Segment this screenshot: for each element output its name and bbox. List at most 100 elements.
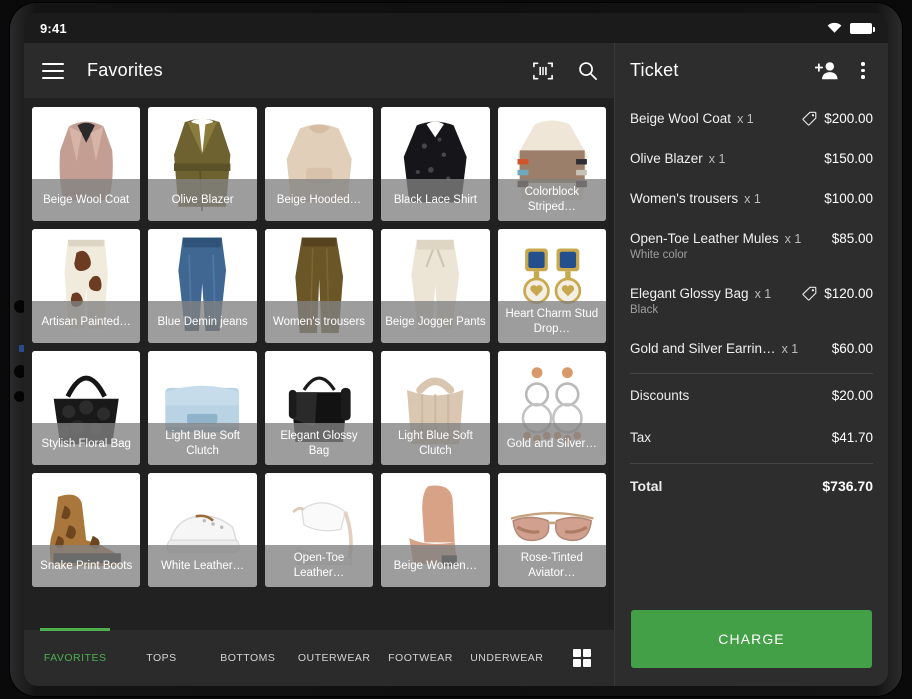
product-tile-label: Beige Women… [381, 545, 489, 587]
barcode-scan-icon[interactable] [530, 58, 556, 84]
product-tile[interactable]: Olive Blazer [148, 107, 256, 221]
line-item-main: Open-Toe Leather Mulesx 1$85.00 [630, 231, 873, 246]
product-tile-label: Elegant Glossy Bag [265, 423, 373, 465]
line-item-price: $150.00 [824, 151, 873, 166]
discounts-row-value: $20.00 [832, 388, 873, 403]
line-item-name: Gold and Silver Earrin… [630, 341, 776, 356]
product-tile-label: Olive Blazer [148, 179, 256, 221]
line-item-variant: White color [630, 249, 873, 261]
line-item-right: $200.00 [796, 111, 873, 126]
wifi-icon [827, 22, 842, 34]
product-tile-label: Beige Jogger Pants [381, 301, 489, 343]
line-item-name: Olive Blazer [630, 151, 703, 166]
discount-tag-icon [802, 286, 817, 301]
ticket-line-items: Beige Wool Coatx 1 $200.00 Olive Blazer x … [615, 98, 888, 610]
product-tile[interactable]: Beige Wool Coat [32, 107, 140, 221]
product-grid-scroll[interactable]: Beige Wool CoatOlive BlazerBeige Hooded…… [24, 98, 614, 630]
product-tile[interactable]: Gold and Silver… [498, 351, 606, 465]
catalog-header: Favorites [24, 43, 614, 98]
product-tile[interactable]: Elegant Glossy Bag [265, 351, 373, 465]
product-tile-label: Blue Demin jeans [148, 301, 256, 343]
hamburger-menu-icon[interactable] [42, 58, 64, 84]
product-tile-label: Snake Print Boots [32, 545, 140, 587]
discounts-row-label: Discounts [630, 388, 689, 403]
page-title: Favorites [87, 60, 163, 81]
ticket-header: Ticket [615, 43, 888, 98]
status-indicators [827, 22, 872, 34]
line-item-right: $120.00 [796, 286, 873, 301]
line-item-main: Elegant Glossy Bag x 1 $120.00 [630, 286, 873, 301]
tab-outerwear[interactable]: OUTERWEAR [291, 630, 377, 686]
line-item-main: Gold and Silver Earrin…x 1$60.00 [630, 341, 873, 356]
tab-footwear[interactable]: FOOTWEAR [377, 630, 463, 686]
product-tile-label: Rose-Tinted Aviator… [498, 545, 606, 587]
total-row: Total $736.70 [630, 464, 873, 494]
charge-button[interactable]: CHARGE [631, 610, 872, 668]
line-item-right: $100.00 [818, 191, 873, 206]
add-person-icon[interactable] [814, 58, 840, 84]
line-item-name: Open-Toe Leather Mules [630, 231, 779, 246]
ticket-line-item[interactable]: Beige Wool Coatx 1 $200.00 [630, 98, 873, 138]
line-item-name: Elegant Glossy Bag [630, 286, 749, 301]
product-tile[interactable]: Black Lace Shirt [381, 107, 489, 221]
grid-view-icon[interactable] [550, 630, 614, 686]
product-tile[interactable]: Beige Women… [381, 473, 489, 587]
tab-favorites[interactable]: FAVORITES [32, 630, 118, 686]
tab-tops[interactable]: TOPS [118, 630, 204, 686]
ticket-line-item[interactable]: Open-Toe Leather Mulesx 1$85.00 White col… [630, 218, 873, 273]
product-tile[interactable]: Snake Print Boots [32, 473, 140, 587]
charge-area: CHARGE [615, 610, 888, 686]
total-row-value: $736.70 [822, 478, 873, 494]
battery-icon [850, 23, 872, 34]
line-item-quantity: x 1 [709, 152, 726, 166]
line-item-price: $120.00 [824, 286, 873, 301]
ticket-pane: Ticket Beige [615, 43, 888, 686]
ticket-line-item[interactable]: Gold and Silver Earrin…x 1$60.00 [630, 328, 873, 368]
product-tile[interactable]: Open-Toe Leather… [265, 473, 373, 587]
line-item-price: $100.00 [824, 191, 873, 206]
line-item-quantity: x 1 [755, 287, 772, 301]
line-item-right: $60.00 [826, 341, 873, 356]
total-row-label: Total [630, 478, 662, 494]
product-tile[interactable]: Beige Jogger Pants [381, 229, 489, 343]
product-grid: Beige Wool CoatOlive BlazerBeige Hooded…… [32, 107, 606, 587]
kebab-menu-icon[interactable] [852, 60, 874, 82]
product-tile[interactable]: Women's trousers [265, 229, 373, 343]
product-tile[interactable]: Stylish Floral Bag [32, 351, 140, 465]
app-body: Favorites [24, 43, 888, 686]
product-tile[interactable]: Rose-Tinted Aviator… [498, 473, 606, 587]
line-item-main: Olive Blazer x 1 $150.00 [630, 151, 873, 166]
product-tile[interactable]: Heart Charm Stud Drop… [498, 229, 606, 343]
line-item-price: $60.00 [832, 341, 873, 356]
discounts-row: Discounts $20.00 [630, 374, 873, 416]
line-item-quantity: x 1 [744, 192, 761, 206]
line-item-name: Women's trousers [630, 191, 738, 206]
line-item-price: $85.00 [832, 231, 873, 246]
ticket-line-item[interactable]: Olive Blazer x 1 $150.00 [630, 138, 873, 178]
product-tile[interactable]: Light Blue Soft Clutch [148, 351, 256, 465]
product-tile[interactable]: White Leather… [148, 473, 256, 587]
search-icon[interactable] [574, 58, 600, 84]
product-tile-label: Light Blue Soft Clutch [148, 423, 256, 465]
product-tile[interactable]: Beige Hooded… [265, 107, 373, 221]
product-tile[interactable]: Colorblock Striped… [498, 107, 606, 221]
ticket-header-actions [814, 58, 874, 84]
product-tile-label: Women's trousers [265, 301, 373, 343]
product-tile[interactable]: Artisan Painted… [32, 229, 140, 343]
line-item-right: $150.00 [818, 151, 873, 166]
product-tile-label: Light Blue Soft Clutch [381, 423, 489, 465]
catalog-header-actions [530, 58, 600, 84]
product-tile-label: Black Lace Shirt [381, 179, 489, 221]
tab-bottoms[interactable]: BOTTOMS [205, 630, 291, 686]
product-tile-label: Heart Charm Stud Drop… [498, 301, 606, 343]
line-item-main: Beige Wool Coatx 1 $200.00 [630, 111, 873, 126]
product-tile[interactable]: Blue Demin jeans [148, 229, 256, 343]
ticket-title: Ticket [630, 60, 679, 81]
product-tile-label: Beige Wool Coat [32, 179, 140, 221]
tab-underwear[interactable]: UNDERWEAR [464, 630, 550, 686]
ticket-line-item[interactable]: Women's trousers x 1 $100.00 [630, 178, 873, 218]
product-tile-label: Beige Hooded… [265, 179, 373, 221]
line-item-main: Women's trousers x 1 $100.00 [630, 191, 873, 206]
ticket-line-item[interactable]: Elegant Glossy Bagx 1 $120.00Black [630, 273, 873, 328]
product-tile[interactable]: Light Blue Soft Clutch [381, 351, 489, 465]
